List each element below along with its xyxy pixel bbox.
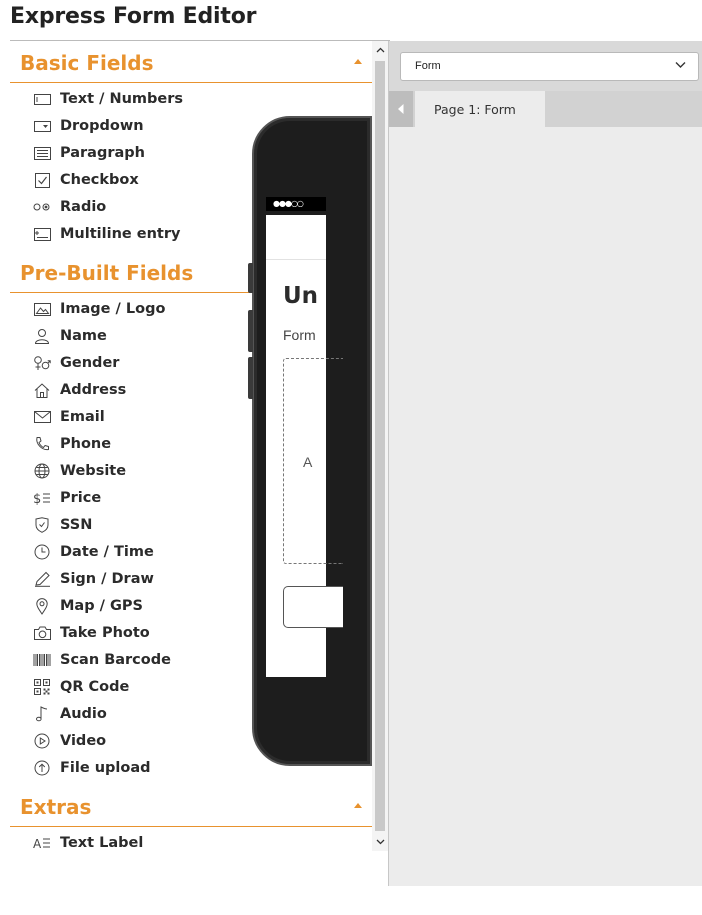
field-drop-zone[interactable] (283, 358, 343, 564)
page-tab-bar: Page 1: Form (389, 91, 702, 127)
field-item-label: Phone (60, 436, 112, 452)
chevron-down-icon (675, 62, 686, 68)
svg-text:A: A (33, 837, 42, 850)
field-item-label: Image / Logo (60, 301, 166, 317)
scroll-thumb[interactable] (375, 61, 385, 831)
section-title: Basic Fields (20, 51, 154, 75)
field-item-label: SSN (60, 517, 93, 533)
pen-icon (33, 571, 51, 587)
scroll-up-button[interactable] (372, 41, 388, 59)
person-icon (33, 328, 51, 344)
field-item-label: Radio (60, 199, 107, 215)
checkbox-icon (33, 172, 51, 188)
field-item-label: File upload (60, 760, 151, 776)
phone-side-button (248, 357, 253, 399)
field-item-label: Price (60, 490, 102, 506)
phone-side-button (248, 263, 253, 293)
form-canvas-panel: Form Page 1: Form (388, 41, 702, 886)
field-item-label: QR Code (60, 679, 130, 695)
field-item-label: Text / Numbers (60, 91, 184, 107)
field-item-label: Multiline entry (60, 226, 181, 242)
drop-zone-hint: A (303, 454, 313, 470)
field-item-label: Checkbox (60, 172, 139, 188)
field-item-label: Gender (60, 355, 120, 371)
scroll-down-button[interactable] (372, 833, 388, 851)
field-item-label: Video (60, 733, 107, 749)
field-item-label: Address (60, 382, 127, 398)
canvas-toolbar: Form (389, 41, 702, 91)
map-pin-icon (33, 597, 51, 615)
app-title: Express Form Editor (10, 4, 257, 29)
text-label-icon: A (33, 835, 51, 851)
sidebar-scrollbar[interactable] (372, 41, 388, 851)
signal-strength-icon: ●●●○○ (273, 199, 304, 208)
field-item-label: Text Label (60, 835, 144, 851)
section-title: Extras (20, 795, 92, 819)
field-item-label: Name (60, 328, 107, 344)
field-item-label: Scan Barcode (60, 652, 171, 668)
form-select[interactable]: Form (400, 52, 699, 81)
field-item-label: Date / Time (60, 544, 154, 560)
svg-text:$: $ (33, 492, 41, 505)
field-item-text-numbers[interactable]: Text / Numbers (10, 86, 372, 113)
field-list: A Text Label (10, 827, 372, 851)
section-header-extras[interactable]: Extras (10, 785, 372, 827)
field-item-label: Paragraph (60, 145, 145, 161)
image-icon (33, 301, 51, 317)
multiline-icon (33, 226, 51, 242)
field-item-label: Map / GPS (60, 598, 143, 614)
field-item-label: Dropdown (60, 118, 144, 134)
field-item-text-label[interactable]: A Text Label (10, 830, 372, 851)
form-subtitle[interactable]: Form (283, 327, 316, 343)
shield-icon (33, 517, 51, 533)
camera-icon (33, 625, 51, 641)
text-field-icon (33, 91, 51, 107)
form-title[interactable]: Un (283, 283, 318, 309)
field-item-label: Website (60, 463, 127, 479)
home-icon (33, 382, 51, 398)
gender-icon (33, 355, 51, 371)
section-header-basic-fields[interactable]: Basic Fields (10, 41, 372, 83)
phone-icon (33, 436, 51, 452)
section-title: Pre-Built Fields (20, 261, 194, 285)
collapse-arrow-icon[interactable] (354, 59, 362, 64)
caret-left-icon (398, 104, 404, 114)
globe-icon (33, 463, 51, 479)
chevron-up-icon (376, 47, 384, 53)
upload-icon (33, 760, 51, 776)
tab-page-1[interactable]: Page 1: Form (415, 91, 545, 127)
chevron-down-icon (376, 839, 384, 845)
music-note-icon (33, 706, 51, 722)
paragraph-icon (33, 145, 51, 161)
play-icon (33, 733, 51, 749)
field-item-label: Take Photo (60, 625, 150, 641)
phone-side-button (248, 310, 253, 352)
field-item-label: Audio (60, 706, 107, 722)
radio-icon (33, 199, 51, 215)
qr-code-icon (33, 679, 51, 695)
tab-scroll-left-button[interactable] (389, 91, 413, 127)
collapse-arrow-icon[interactable] (354, 803, 362, 808)
price-icon: $ (33, 490, 51, 506)
field-item-label: Sign / Draw (60, 571, 154, 587)
barcode-icon (33, 652, 51, 668)
clock-icon (33, 544, 51, 560)
screen-header-divider (266, 259, 326, 260)
submit-button[interactable] (283, 586, 343, 628)
field-item-label: Email (60, 409, 105, 425)
form-select-value: Form (415, 60, 441, 72)
dropdown-icon (33, 118, 51, 134)
envelope-icon (33, 409, 51, 425)
